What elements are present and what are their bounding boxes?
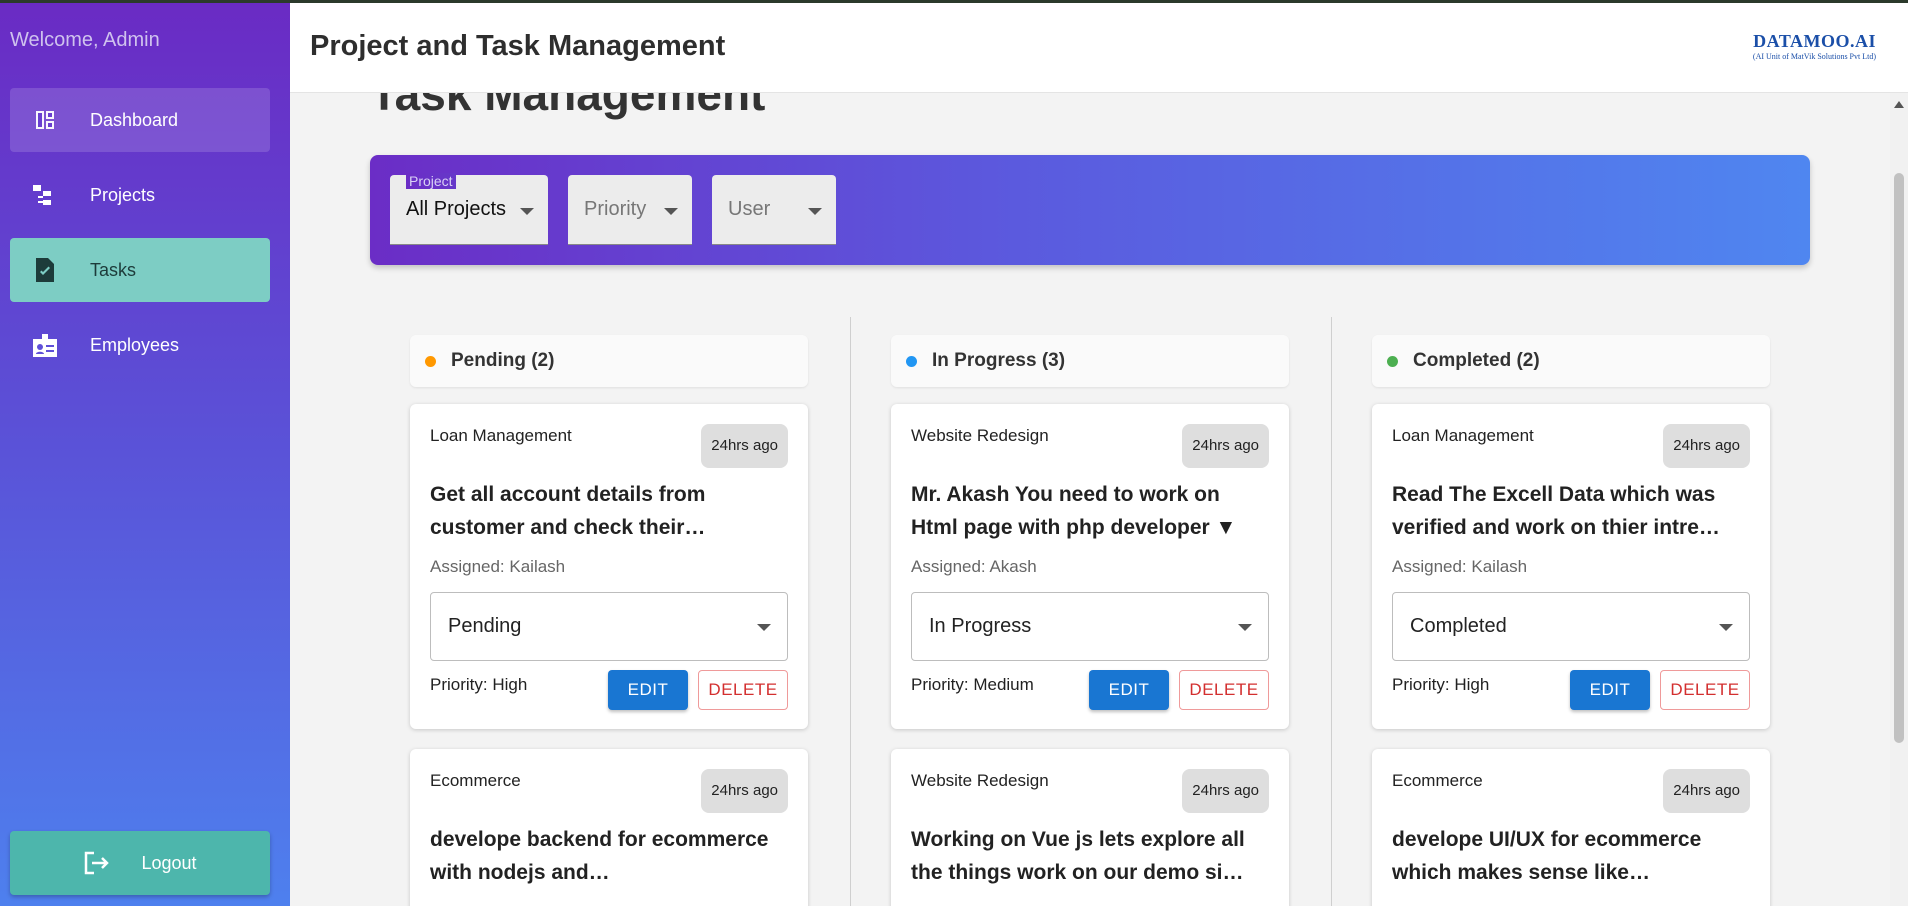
card-project: Ecommerce (430, 771, 521, 790)
time-badge: 24hrs ago (701, 769, 788, 813)
card-title: Read The Excell Data which was verified … (1392, 483, 1720, 539)
sidebar-item-label: Dashboard (90, 109, 179, 130)
card-assignee: Assigned: Kailash (430, 557, 566, 576)
column-divider (850, 317, 851, 906)
status-value: Pending (448, 615, 522, 637)
sidebar-item-label: Employees (90, 334, 180, 355)
sidebar-item-label: Projects (90, 184, 156, 205)
scroll-up-arrow-icon[interactable] (1894, 101, 1904, 108)
time-badge: 24hrs ago (1663, 769, 1750, 813)
card-title: develope backend for ecommerce with node… (430, 828, 769, 884)
sidebar-item-label: Tasks (90, 259, 137, 280)
edit-button[interactable]: EDIT (608, 670, 688, 710)
welcome-text: Welcome, Admin (10, 29, 160, 51)
card-priority: Priority: High (1392, 675, 1490, 694)
logo-main-text: DATAMOO.AI (1753, 31, 1876, 51)
task-card[interactable]: Website Redesign 24hrs ago Mr. Akash You… (891, 404, 1289, 729)
company-logo: DATAMOO.AI (AI Unit of MatVik Solutions … (1753, 31, 1876, 61)
task-card[interactable]: Website Redesign 24hrs ago Working on Vu… (891, 749, 1289, 906)
card-project: Loan Management (1392, 426, 1534, 445)
column-divider (1331, 317, 1332, 906)
task-card[interactable]: Ecommerce 24hrs ago develope backend for… (410, 749, 808, 906)
delete-button[interactable]: DELETE (698, 670, 788, 710)
header-title: Project and Task Management (310, 30, 726, 62)
sidebar-item-projects[interactable]: Projects (10, 163, 270, 227)
priority-filter-select[interactable]: Priority (568, 175, 692, 245)
task-card[interactable]: Loan Management 24hrs ago Get all accoun… (410, 404, 808, 729)
column-heading: Pending (2) (451, 350, 555, 371)
status-select[interactable]: Completed (1392, 592, 1750, 661)
delete-button[interactable]: DELETE (1179, 670, 1269, 710)
status-select[interactable]: Pending (430, 592, 788, 661)
hierarchy-icon (30, 180, 60, 210)
time-badge: 24hrs ago (1182, 769, 1269, 813)
chevron-down-icon (808, 208, 822, 215)
user-filter-value: User (728, 198, 771, 220)
logout-button[interactable]: Logout (10, 831, 270, 895)
column-in-progress: In Progress (3) Website Redesign 24hrs a… (873, 317, 1293, 906)
card-project: Website Redesign (911, 426, 1049, 445)
main-content: Task Management Project All Projects Pri… (290, 93, 1890, 906)
window-top-border (0, 0, 1908, 3)
status-value: Completed (1410, 615, 1507, 637)
status-value: In Progress (929, 615, 1032, 637)
chevron-down-icon (1238, 624, 1252, 631)
edit-button[interactable]: EDIT (1089, 670, 1169, 710)
sidebar-item-employees[interactable]: Employees (10, 313, 270, 377)
card-assignee: Assigned: Kailash (1392, 557, 1528, 576)
app-header: Project and Task Management DATAMOO.AI (… (290, 3, 1908, 93)
logo-sub-text: (AI Unit of MatVik Solutions Pvt Ltd) (1752, 52, 1876, 61)
card-priority: Priority: High (430, 675, 528, 694)
chevron-down-icon (664, 208, 678, 215)
time-badge: 24hrs ago (701, 424, 788, 468)
column-completed: Completed (2) Loan Management 24hrs ago … (1354, 317, 1774, 906)
dashboard-icon (30, 105, 60, 135)
user-filter-select[interactable]: User (712, 175, 836, 245)
priority-filter-value: Priority (584, 198, 647, 220)
vertical-scrollbar[interactable] (1890, 93, 1908, 906)
column-header: Pending (2) (410, 335, 808, 387)
chevron-down-icon (757, 624, 771, 631)
logout-label: Logout (141, 852, 197, 873)
project-filter-select[interactable]: Project All Projects (390, 173, 548, 245)
chevron-down-icon (1719, 624, 1733, 631)
sidebar: Welcome, Admin Dashboard Projects Tasks … (0, 3, 290, 906)
card-priority: Priority: Medium (911, 675, 1034, 694)
time-badge: 24hrs ago (1663, 424, 1750, 468)
card-project: Website Redesign (911, 771, 1049, 790)
scrollbar-thumb[interactable] (1894, 173, 1904, 743)
card-title: Get all account details from customer an… (430, 483, 706, 539)
column-header: In Progress (3) (891, 335, 1289, 387)
time-badge: 24hrs ago (1182, 424, 1269, 468)
project-filter-label: Project (406, 173, 456, 189)
task-card[interactable]: Loan Management 24hrs ago Read The Excel… (1372, 404, 1770, 729)
card-title: Mr. Akash You need to work on Html page … (911, 483, 1237, 539)
column-header: Completed (2) (1372, 335, 1770, 387)
card-project: Ecommerce (1392, 771, 1483, 790)
chevron-down-icon (520, 208, 534, 215)
delete-button[interactable]: DELETE (1660, 670, 1750, 710)
page-title: Task Management (370, 93, 766, 120)
status-dot (1387, 355, 1398, 367)
card-assignee: Assigned: Akash (911, 557, 1037, 576)
status-dot (425, 355, 436, 367)
task-card[interactable]: Ecommerce 24hrs ago develope UI/UX for e… (1372, 749, 1770, 906)
card-title: Working on Vue js lets explore all the t… (911, 828, 1245, 884)
sidebar-item-tasks[interactable]: Tasks (10, 238, 270, 302)
logout-icon (85, 851, 110, 875)
project-filter-value: All Projects (406, 198, 507, 220)
edit-button[interactable]: EDIT (1570, 670, 1650, 710)
column-pending: Pending (2) Loan Management 24hrs ago Ge… (392, 317, 812, 906)
card-title: develope UI/UX for ecommerce which makes… (1392, 828, 1702, 884)
filter-bar: Project All Projects Priority User (370, 155, 1810, 265)
card-project: Loan Management (430, 426, 572, 445)
badge-icon (30, 330, 60, 360)
sidebar-item-dashboard[interactable]: Dashboard (10, 88, 270, 152)
status-select[interactable]: In Progress (911, 592, 1269, 661)
column-heading: In Progress (3) (932, 350, 1066, 371)
status-dot (906, 355, 917, 367)
column-heading: Completed (2) (1413, 350, 1540, 371)
task-icon (30, 255, 60, 285)
